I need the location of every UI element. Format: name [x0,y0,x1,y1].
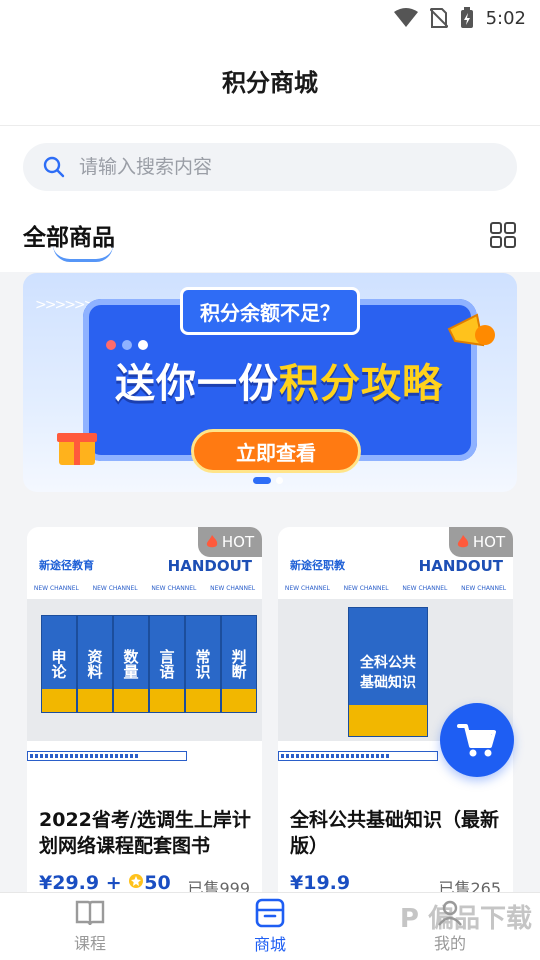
megaphone-icon [443,305,503,369]
brand-logo-text: 新途径教育 [39,559,94,572]
product-name: 2022省考/选调生上岸计划网络课程配套图书 [39,809,251,857]
search-input[interactable] [79,156,479,178]
product-image: HOT 新途径教育 HANDOUT NEW CHANNEL NEW CHANNEL… [27,527,262,773]
search-icon [43,156,65,178]
pager-dot-active [253,477,271,484]
tab-mall-label: 商城 [253,935,286,954]
battery-charging-icon [460,7,474,29]
banner-tag: 积分余额不足？ [180,287,360,335]
price-value: ¥29.9 [39,872,100,894]
tab-courses[interactable]: 课程 [0,893,180,960]
book-cover: 判断 [221,615,257,713]
product-price: ¥19.9 [290,872,350,894]
book-cover: 数量 [113,615,149,713]
no-sim-icon [429,7,448,29]
points-value: 50 [144,872,171,894]
cart-button[interactable] [440,703,514,777]
wifi-icon [393,8,418,28]
flame-icon [206,535,218,549]
tab-courses-label: 课程 [73,934,106,953]
view-now-button[interactable]: 立即查看 [191,429,361,473]
promo-banner[interactable]: >>>>>> 积分余额不足？ 送你一份积分攻略 立即查看 [23,273,517,492]
search-bar[interactable] [23,143,517,191]
decorative-bar [27,751,187,761]
pager-dot [276,477,283,484]
banner-pager [253,477,283,484]
clock: 5:02 [485,7,526,29]
window-dots-icon [106,340,148,350]
hot-badge-label: HOT [472,533,506,551]
product-price: ¥29.9 + 50 [39,872,171,894]
page-header: 积分商城 [0,36,540,126]
handout-label: HANDOUT [418,557,503,575]
shopping-cart-icon [457,722,497,758]
tab-mall[interactable]: 商城 [180,893,360,960]
section-title: 全部商品 [23,218,115,262]
gift-icon [55,423,99,471]
book-cover: 全科公共基础知识 [348,607,428,737]
banner-headline-highlight: 积分攻略 [279,361,443,407]
banner-headline-prefix: 送你一份 [115,361,279,407]
book-cover: 申论 [41,615,77,713]
book-cover: 常识 [185,615,221,713]
watermark: P 偏品下载 [399,904,532,934]
hot-badge: HOT [198,527,262,557]
grid-view-icon[interactable] [489,221,517,249]
brand-logo-text: 新途径职教 [290,559,345,572]
channel-strip: NEW CHANNEL NEW CHANNEL NEW CHANNEL NEW CHA… [33,585,256,592]
shop-icon [254,898,286,928]
book-cover: 言语 [149,615,185,713]
section-header: 全部商品 [23,215,517,262]
channel-strip: NEW CHANNEL NEW CHANNEL NEW CHANNEL NEW CHA… [284,585,507,592]
price-value: ¥19.9 [290,872,351,894]
hot-badge: HOT [449,527,513,557]
price-plus: + [105,872,122,894]
status-bar: 5:02 [0,0,540,36]
handout-label: HANDOUT [167,557,252,575]
book-icon [75,899,105,927]
book-cover: 资料 [77,615,113,713]
banner-headline: 送你一份积分攻略 [99,351,459,409]
page-title: 积分商城 [222,69,318,97]
product-grid: HOT 新途径教育 HANDOUT NEW CHANNEL NEW CHANNEL… [27,527,513,907]
flame-icon [457,535,469,549]
product-name: 全科公共基础知识（最新版） [290,809,500,857]
hot-badge-label: HOT [221,533,255,551]
points-coin-icon [128,873,144,889]
decorative-bar [278,751,438,761]
product-card[interactable]: HOT 新途径教育 HANDOUT NEW CHANNEL NEW CHANNEL… [27,527,262,907]
